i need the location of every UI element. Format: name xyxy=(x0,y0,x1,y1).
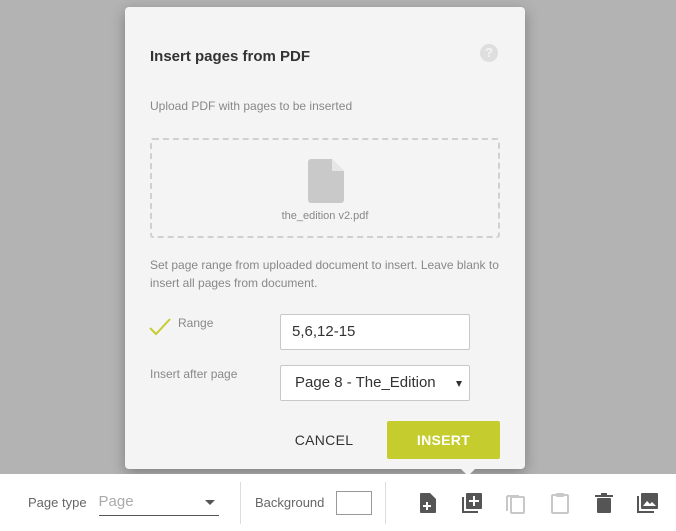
background-color-swatch[interactable] xyxy=(336,490,373,515)
uploaded-file-name: the_edition v2.pdf xyxy=(281,210,369,222)
checkmark-icon[interactable] xyxy=(148,317,172,337)
insert-after-value: Page 8 - The_Edition xyxy=(295,374,436,391)
page-type-select[interactable]: Page xyxy=(98,490,219,516)
delete-icon[interactable] xyxy=(592,491,616,515)
background-label: Background xyxy=(255,495,325,510)
add-page-icon[interactable] xyxy=(416,491,440,515)
dialog-title: Insert pages from PDF xyxy=(150,48,311,65)
dropdown-caret-icon xyxy=(204,499,215,505)
insert-pages-dialog: Insert pages from PDF ? Upload PDF with … xyxy=(125,7,525,469)
insert-after-select[interactable]: Page 8 - The_Edition xyxy=(280,365,470,401)
insert-after-label: Insert after page xyxy=(150,367,238,381)
page-actions xyxy=(386,474,660,531)
range-input[interactable]: 5,6,12-15 xyxy=(280,314,470,350)
page-type-group: Page type Page xyxy=(0,474,240,531)
bottom-toolbar: Page type Page Background xyxy=(0,474,676,531)
page-type-placeholder: Page xyxy=(98,492,134,510)
upload-label: Upload PDF with pages to be inserted xyxy=(150,99,353,113)
document-icon xyxy=(308,159,344,203)
paste-icon[interactable] xyxy=(548,491,572,515)
image-icon[interactable] xyxy=(636,491,660,515)
page-type-label: Page type xyxy=(28,495,87,510)
pdf-dropzone[interactable]: the_edition v2.pdf xyxy=(150,138,500,238)
cancel-button[interactable]: CANCEL xyxy=(280,421,368,459)
help-icon[interactable]: ? xyxy=(480,44,498,62)
insert-button[interactable]: INSERT xyxy=(387,421,500,459)
insert-pages-icon[interactable] xyxy=(460,491,484,515)
background-group: Background xyxy=(241,474,385,531)
range-label: Range xyxy=(178,316,214,330)
copy-icon[interactable] xyxy=(504,491,528,515)
dropdown-caret-icon xyxy=(456,381,462,387)
range-description: Set page range from uploaded document to… xyxy=(150,258,499,290)
